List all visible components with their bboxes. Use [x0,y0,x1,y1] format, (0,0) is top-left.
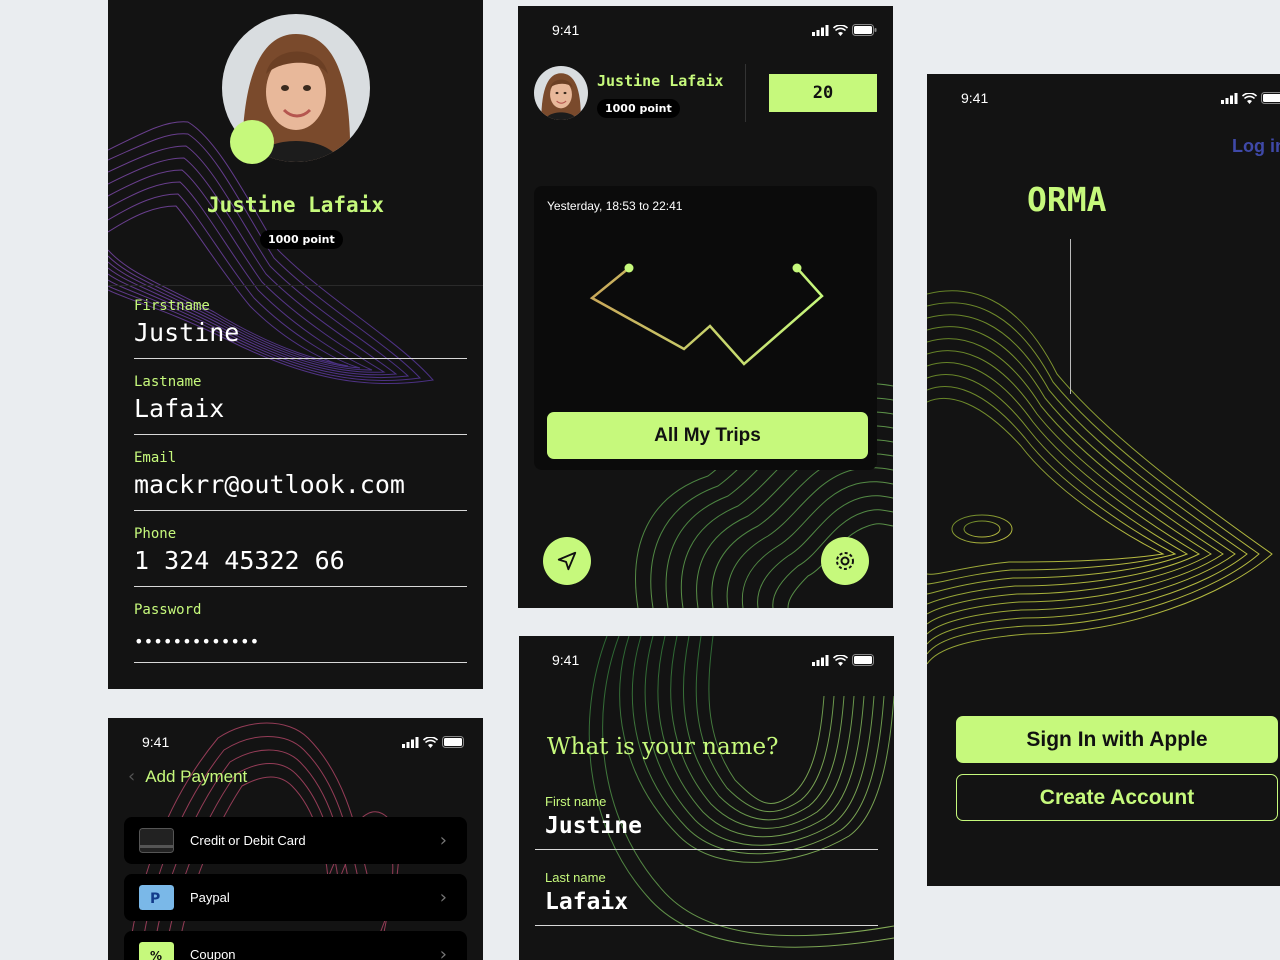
points-badge: 1000 point [597,99,680,118]
status-icons [812,654,877,666]
field-underline [134,662,467,663]
svg-text:P: P [150,891,160,907]
status-icons [812,24,877,36]
email-value[interactable]: mackrr@outlook.com [134,470,467,510]
field-label: Firstname [134,298,210,314]
signal-icon [1221,92,1238,104]
firstname-value[interactable]: Justine [134,318,467,358]
last-name-field[interactable]: Last name Lafaix [535,870,878,926]
field-underline [134,358,467,359]
chevron-right-icon: › [439,830,447,851]
brand-line [1070,239,1071,394]
field-underline [134,586,467,587]
signal-icon [812,654,829,666]
field-label: Password [134,602,202,618]
chevron-left-icon[interactable]: ‹ [128,766,135,787]
name-form-screen: 9:41 What is your name? First name Justi… [519,636,894,960]
field-label: First name [545,794,607,809]
first-name-value[interactable]: Justine [545,813,878,849]
name-question-heading: What is your name? [547,734,779,760]
all-my-trips-button[interactable]: All My Trips [547,412,868,459]
field-underline [535,925,878,926]
profile-name: Justine Lafaix [206,193,384,217]
payment-method-label: Coupon [190,947,236,960]
status-icons [402,736,467,748]
battery-icon [442,736,464,748]
navigation-button[interactable] [543,537,591,585]
email-field[interactable]: Email mackrr@outlook.com [134,450,467,511]
create-account-button[interactable]: Create Account [956,774,1278,821]
trips-screen: 9:41 Justine Lafaix 1000 point 20 Yester… [518,6,893,608]
svg-text:%: % [150,949,162,960]
password-value[interactable]: ••••••••••••• [134,622,467,662]
trip-card[interactable]: Yesterday, 18:53 to 22:41 All My Trips [534,186,877,470]
add-payment-screen: 9:41 ‹ Add Payment Credit or Debit Card … [108,718,483,960]
field-underline [134,434,467,435]
field-underline [134,510,467,511]
welcome-screen: 9:41 Log in ORMA Sign In with Apple Crea… [927,74,1280,886]
lastname-field[interactable]: Lastname Lafaix [134,374,467,435]
status-time: 9:41 [552,22,580,38]
points-badge: 1000 point [260,230,343,249]
field-underline [535,849,878,850]
wifi-icon [423,736,438,748]
signal-icon [812,24,829,36]
signal-icon [402,736,419,748]
log-in-link[interactable]: Log in [1232,136,1280,157]
back-header[interactable]: ‹ Add Payment [128,766,247,787]
page-title: Add Payment [145,766,248,786]
password-field[interactable]: Password ••••••••••••• [134,602,467,663]
gear-icon [836,552,854,570]
user-avatar[interactable] [534,66,588,120]
coupon-icon: % [139,942,174,960]
status-icons [1221,92,1280,104]
navigation-arrow-icon [557,551,577,571]
trip-route-map [589,263,824,366]
status-dot [230,120,274,164]
wifi-icon [833,24,848,36]
wifi-icon [833,654,848,666]
settings-button[interactable] [821,537,869,585]
header-separator [745,64,746,122]
status-time: 9:41 [142,734,170,750]
payment-method-label: Credit or Debit Card [190,833,306,848]
divider [108,285,483,286]
first-name-field[interactable]: First name Justine [535,794,878,850]
payment-method-coupon[interactable]: % Coupon › [124,931,467,960]
field-label: Email [134,450,177,466]
field-label: Lastname [134,374,202,390]
firstname-field[interactable]: Firstname Justine [134,298,467,359]
user-name: Justine Lafaix [597,72,724,90]
lastname-value[interactable]: Lafaix [134,394,467,434]
profile-screen: Justine Lafaix 1000 point Firstname Just… [108,0,483,689]
payment-method-label: Paypal [190,890,230,905]
battery-icon [852,24,877,36]
status-time: 9:41 [961,90,989,106]
battery-icon [1261,92,1280,104]
card-icon [139,828,174,853]
chevron-right-icon: › [439,887,447,908]
status-time: 9:41 [552,652,580,668]
wifi-icon [1242,92,1257,104]
phone-field[interactable]: Phone 1 324 45322 66 [134,526,467,587]
sign-in-with-apple-button[interactable]: Sign In with Apple [956,716,1278,763]
score-badge[interactable]: 20 [769,74,877,112]
chevron-right-icon: › [439,944,447,960]
last-name-value[interactable]: Lafaix [545,889,878,925]
payment-method-card[interactable]: Credit or Debit Card › [124,817,467,864]
field-label: Last name [545,870,606,885]
payment-method-paypal[interactable]: P Paypal › [124,874,467,921]
paypal-icon: P [139,885,174,910]
phone-value[interactable]: 1 324 45322 66 [134,546,467,586]
brand-logo: ORMA [1027,180,1107,219]
battery-icon [852,654,874,666]
field-label: Phone [134,526,177,542]
